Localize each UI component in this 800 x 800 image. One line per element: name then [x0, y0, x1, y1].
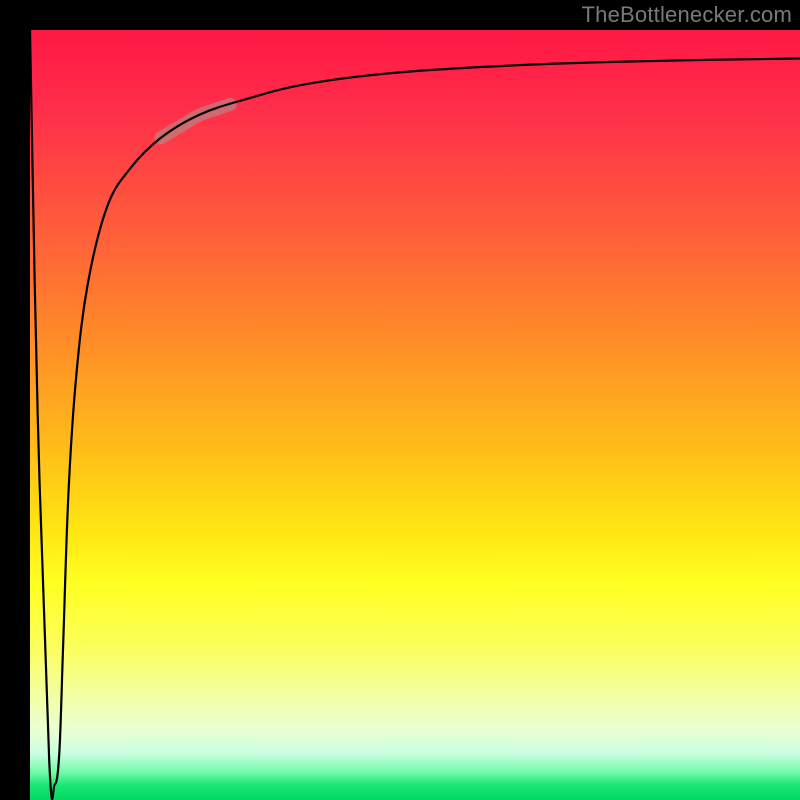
- plot-area: [30, 30, 800, 800]
- bottleneck-curve: [30, 30, 800, 799]
- curve-highlight-segment: [161, 104, 230, 137]
- watermark-text: TheBottlenecker.com: [582, 2, 792, 28]
- chart-frame: TheBottlenecker.com: [0, 0, 800, 800]
- curve-layer: [30, 30, 800, 800]
